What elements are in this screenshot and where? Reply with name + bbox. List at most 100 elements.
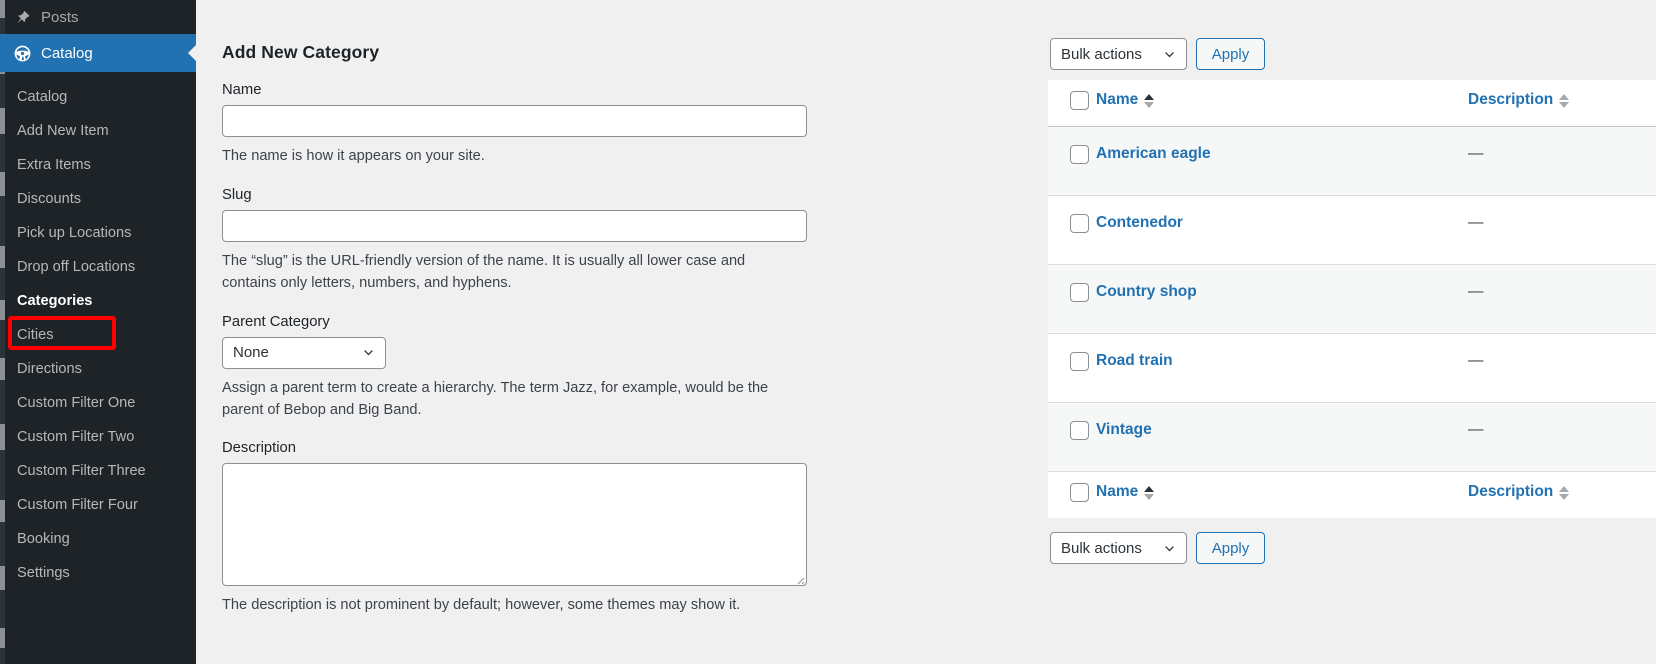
table-body: American eagle — Contenedor — Country sh…	[1048, 126, 1656, 472]
sidebar-item-posts[interactable]: Posts	[0, 0, 196, 34]
sidebar-item-custom-filter-one[interactable]: Custom Filter One	[0, 386, 196, 420]
sidebar-item-booking[interactable]: Booking	[0, 522, 196, 556]
select-all-checkbox-top[interactable]	[1070, 91, 1089, 110]
category-description-value: —	[1468, 145, 1484, 162]
select-all-checkbox-bottom[interactable]	[1070, 483, 1089, 502]
table-row: American eagle —	[1048, 126, 1656, 196]
sidebar-item-catalog-sub[interactable]: Catalog	[0, 80, 196, 114]
sidebar-item-drop-off-locations[interactable]: Drop off Locations	[0, 250, 196, 284]
chevron-down-icon	[1163, 542, 1176, 555]
sidebar-item-catalog-label: Catalog	[41, 44, 93, 62]
categories-table: Name Description American eagle — Conten…	[1048, 80, 1656, 518]
sidebar-item-discounts[interactable]: Discounts	[0, 182, 196, 216]
main-content: Add New Category Name The name is how it…	[196, 0, 1656, 664]
sidebar-item-add-new-item[interactable]: Add New Item	[0, 114, 196, 148]
sidebar-item-catalog[interactable]: Catalog	[0, 34, 196, 72]
sidebar-item-cities[interactable]: Cities	[0, 318, 196, 352]
sidebar-scrollbar[interactable]	[0, 0, 5, 664]
category-description-value: —	[1468, 283, 1484, 300]
table-footer-row: Name Description	[1048, 471, 1656, 518]
table-footer: Name Description	[1048, 471, 1656, 518]
category-description-value: —	[1468, 214, 1484, 231]
sort-arrows-icon[interactable]	[1559, 94, 1570, 108]
steering-wheel-icon	[13, 44, 39, 63]
table-row: Road train —	[1048, 333, 1656, 403]
column-header-name-top[interactable]: Name	[1096, 80, 1468, 127]
category-description-value: —	[1468, 352, 1484, 369]
admin-screen: Posts Catalog Catalog Add New Item Extra…	[0, 0, 1656, 664]
column-header-description-label-bottom: Description	[1468, 483, 1554, 500]
parent-category-selected-value: None	[233, 344, 269, 362]
row-checkbox[interactable]	[1070, 214, 1089, 233]
parent-category-select[interactable]: None	[222, 336, 386, 369]
column-header-description-label-top: Description	[1468, 91, 1554, 108]
description-field-group: Description The description is not promi…	[222, 440, 822, 617]
sidebar-item-custom-filter-three[interactable]: Custom Filter Three	[0, 454, 196, 488]
sidebar-item-extra-items[interactable]: Extra Items	[0, 148, 196, 182]
sidebar-item-categories[interactable]: Categories	[0, 284, 196, 318]
apply-button-bottom[interactable]: Apply	[1196, 532, 1265, 564]
sidebar-item-posts-label: Posts	[41, 8, 79, 26]
column-header-name-bottom[interactable]: Name	[1096, 471, 1468, 518]
resize-handle-icon[interactable]	[793, 572, 805, 585]
name-label: Name	[222, 82, 262, 98]
tablenav-top: Bulk actions Apply	[1048, 0, 1656, 70]
category-name-link[interactable]: Country shop	[1096, 283, 1197, 300]
row-checkbox[interactable]	[1070, 283, 1089, 302]
slug-field-group: Slug The “slug” is the URL-friendly vers…	[222, 187, 822, 295]
row-checkbox[interactable]	[1070, 421, 1089, 440]
column-header-description-top[interactable]: Description	[1468, 80, 1656, 127]
chevron-down-icon	[362, 346, 375, 359]
row-checkbox[interactable]	[1070, 145, 1089, 164]
chevron-down-icon	[1163, 48, 1176, 61]
select-all-footer	[1048, 471, 1096, 518]
table-row: Country shop —	[1048, 264, 1656, 334]
bulk-actions-selected-top: Bulk actions	[1061, 45, 1142, 63]
categories-list-panel: Bulk actions Apply Name Description Amer…	[1048, 0, 1656, 664]
page-title: Add New Category	[222, 42, 380, 62]
description-label: Description	[222, 440, 297, 457]
sort-arrows-icon[interactable]	[1144, 486, 1155, 500]
tablenav-bottom: Bulk actions Apply	[1048, 518, 1656, 564]
name-help-text: The name is how it appears on your site.	[222, 148, 485, 164]
sidebar-submenu: Catalog Add New Item Extra Items Discoun…	[0, 72, 196, 590]
bulk-actions-selected-bottom: Bulk actions	[1061, 539, 1142, 557]
select-all-header	[1048, 80, 1096, 127]
bulk-actions-select-bottom[interactable]: Bulk actions	[1050, 532, 1187, 564]
name-input[interactable]	[222, 105, 807, 137]
sort-arrows-icon[interactable]	[1144, 94, 1155, 108]
description-help-text: The description is not prominent by defa…	[222, 597, 741, 614]
sidebar-item-custom-filter-two[interactable]: Custom Filter Two	[0, 420, 196, 454]
sort-arrows-icon[interactable]	[1559, 486, 1570, 500]
description-textarea[interactable]	[222, 463, 807, 587]
category-name-link[interactable]: Vintage	[1096, 421, 1152, 438]
apply-button-top[interactable]: Apply	[1196, 38, 1265, 70]
category-name-link[interactable]: Road train	[1096, 352, 1173, 369]
parent-category-label: Parent Category	[222, 313, 330, 330]
parent-category-field-group: Parent Category None Assign a parent ter…	[222, 314, 822, 422]
column-header-name-label-bottom: Name	[1096, 483, 1139, 500]
category-name-link[interactable]: Contenedor	[1096, 214, 1183, 231]
sidebar-item-directions[interactable]: Directions	[0, 352, 196, 386]
column-header-name-label-top: Name	[1096, 91, 1139, 108]
category-description-value: —	[1468, 421, 1484, 438]
slug-input[interactable]	[222, 209, 807, 242]
sidebar-item-settings[interactable]: Settings	[0, 556, 196, 590]
category-name-link[interactable]: American eagle	[1096, 145, 1211, 162]
sidebar-item-custom-filter-four[interactable]: Custom Filter Four	[0, 488, 196, 522]
table-row: Vintage —	[1048, 402, 1656, 472]
column-header-description-bottom[interactable]: Description	[1468, 471, 1656, 518]
bulk-actions-select-top[interactable]: Bulk actions	[1050, 38, 1187, 70]
slug-label: Slug	[222, 186, 252, 203]
slug-help-text: The “slug” is the URL-friendly version o…	[222, 252, 746, 291]
row-checkbox[interactable]	[1070, 352, 1089, 371]
sidebar-active-arrow	[188, 44, 196, 62]
table-header: Name Description	[1048, 80, 1656, 127]
admin-sidebar: Posts Catalog Catalog Add New Item Extra…	[0, 0, 196, 664]
parent-category-help-text: Assign a parent term to create a hierarc…	[222, 379, 769, 418]
table-header-row: Name Description	[1048, 80, 1656, 127]
name-field-group: Name The name is how it appears on your …	[222, 82, 822, 168]
table-row: Contenedor —	[1048, 195, 1656, 265]
sidebar-item-pick-up-locations[interactable]: Pick up Locations	[0, 216, 196, 250]
pin-icon	[13, 9, 39, 26]
